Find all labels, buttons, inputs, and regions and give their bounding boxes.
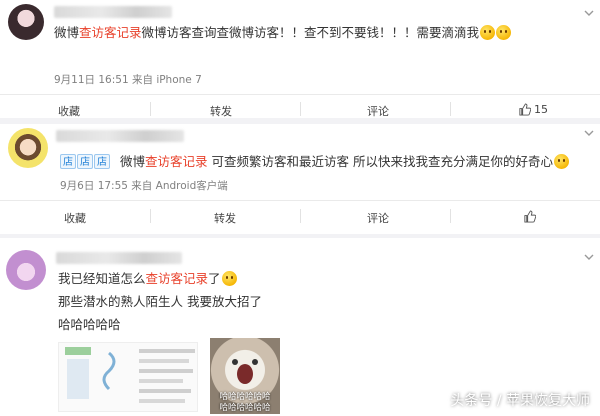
post-text: 微博查访客记录微博访客查询查微博访客！！查不到不要钱！！！需要滴滴我 (54, 24, 512, 42)
collect-button[interactable]: 收藏 (58, 103, 80, 119)
post-card-1: 微博查访客记录微博访客查询查微博访客！！查不到不要钱！！！需要滴滴我 9月11日… (0, 0, 600, 118)
separator (450, 209, 451, 223)
post-card-2: 店店店 微博查访客记录 可查频繁访客和最近访客 所以快来找我查充分满足你的好奇心… (0, 124, 600, 234)
shop-badge[interactable]: 店 (60, 154, 76, 169)
username-redacted[interactable] (56, 252, 182, 264)
cat-meme-image[interactable]: 哈哈哈哈哈哈 哈哈哈哈哈哈 (210, 338, 280, 414)
separator (450, 102, 451, 116)
minion-emoji-icon (221, 271, 237, 286)
chevron-down-icon[interactable] (584, 128, 594, 138)
smile-emoji-icon (480, 25, 496, 40)
minion-emoji-icon (553, 154, 569, 169)
post-text: 微博查访客记录 可查频繁访客和最近访客 所以快来找我查充分满足你的好奇心 (120, 153, 569, 171)
shop-badge[interactable]: 店 (94, 154, 110, 169)
post-line-2: 那些潜水的熟人陌生人 我要放大招了 (58, 294, 262, 309)
username-redacted[interactable] (56, 130, 184, 142)
comment-button[interactable]: 评论 (367, 210, 389, 226)
user-avatar[interactable] (6, 250, 46, 290)
user-avatar[interactable] (8, 128, 48, 168)
username-redacted[interactable] (54, 6, 172, 18)
like-count[interactable]: 15 (534, 103, 548, 116)
divider (0, 94, 600, 95)
user-avatar[interactable] (8, 4, 44, 40)
comment-button[interactable]: 评论 (367, 103, 389, 119)
divider (0, 200, 600, 201)
separator (300, 102, 301, 116)
chevron-down-icon[interactable] (584, 8, 594, 18)
meme-caption-bottom: 哈哈哈哈哈哈 (219, 403, 271, 413)
collect-button[interactable]: 收藏 (64, 210, 86, 226)
post-line-3: 哈哈哈哈哈 (58, 317, 121, 332)
post-meta: 9月6日 17:55 来自 Android客户端 (60, 180, 228, 192)
smile-emoji-icon (496, 25, 512, 40)
separator (300, 209, 301, 223)
forward-button[interactable]: 转发 (214, 210, 236, 226)
keyword-link[interactable]: 查访客记录 (79, 25, 142, 40)
watermark: 头条号 / 苹果恢复大师 (450, 393, 590, 409)
post-card-3: 我已经知道怎么查访客记录了 那些潜水的熟人陌生人 我要放大招了 哈哈哈哈哈 哈哈… (0, 238, 600, 416)
weibo-feed: 微博查访客记录微博访客查询查微博访客！！查不到不要钱！！！需要滴滴我 9月11日… (0, 0, 600, 416)
keyword-link[interactable]: 查访客记录 (146, 271, 209, 286)
keyword-link[interactable]: 查访客记录 (145, 154, 208, 169)
thumbs-up-icon[interactable] (523, 210, 536, 223)
shop-badge[interactable]: 店 (77, 154, 93, 169)
screenshot-thumbnail-graphic (65, 347, 195, 403)
separator (150, 102, 151, 116)
thumbs-up-icon[interactable] (518, 103, 531, 116)
screenshot-thumbnail[interactable] (58, 342, 198, 412)
chevron-down-icon[interactable] (584, 252, 594, 262)
post-line-1: 我已经知道怎么查访客记录了 (58, 270, 237, 288)
post-meta: 9月11日 16:51 来自 iPhone 7 (54, 74, 202, 86)
forward-button[interactable]: 转发 (210, 103, 232, 119)
separator (150, 209, 151, 223)
shop-badges[interactable]: 店店店 (60, 154, 111, 169)
